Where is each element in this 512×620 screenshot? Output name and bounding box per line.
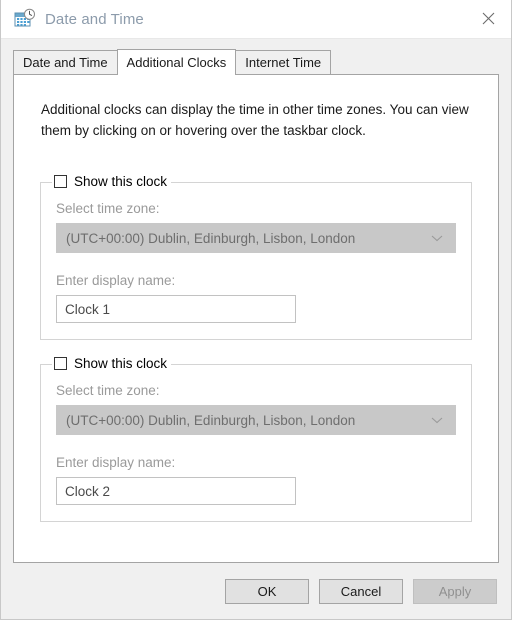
display-name-label-2: Enter display name: [56, 455, 176, 470]
clock-group-1: Show this clock Select time zone: (UTC+0… [40, 174, 472, 340]
tab-content-panel: Additional clocks can display the time i… [13, 74, 499, 563]
tab-additional-clocks[interactable]: Additional Clocks [116, 49, 237, 75]
timezone-select-2[interactable]: (UTC+00:00) Dublin, Edinburgh, Lisbon, L… [56, 405, 456, 435]
tab-label: Internet Time [245, 55, 322, 70]
display-name-value-1: Clock 1 [65, 301, 111, 317]
display-name-input-1[interactable]: Clock 1 [56, 295, 296, 323]
tab-strip: Date and Time Additional Clocks Internet… [13, 49, 499, 75]
date-and-time-dialog: Date and Time Date and Time Additional C… [0, 0, 512, 620]
close-button[interactable] [466, 0, 511, 37]
tab-label: Date and Time [23, 55, 108, 70]
checkbox-box[interactable] [54, 175, 67, 188]
window-title: Date and Time [45, 10, 144, 28]
display-name-label-1: Enter display name: [56, 273, 176, 288]
timezone-label-2: Select time zone: [56, 383, 160, 398]
title-bar: Date and Time [1, 0, 511, 39]
clock-group-2: Show this clock Select time zone: (UTC+0… [40, 356, 472, 522]
apply-button: Apply [413, 578, 497, 604]
chevron-down-icon [431, 416, 447, 424]
checkbox-box[interactable] [54, 357, 67, 370]
display-name-input-2[interactable]: Clock 2 [56, 477, 296, 505]
description-text: Additional clocks can display the time i… [41, 102, 469, 138]
timezone-value-2: (UTC+00:00) Dublin, Edinburgh, Lisbon, L… [66, 412, 356, 428]
date-time-calendar-clock-icon [14, 8, 36, 30]
display-name-value-2: Clock 2 [65, 483, 111, 499]
timezone-value-1: (UTC+00:00) Dublin, Edinburgh, Lisbon, L… [66, 230, 356, 246]
cancel-button[interactable]: Cancel [319, 578, 403, 604]
checkbox-label: Show this clock [74, 356, 168, 371]
tab-internet-time[interactable]: Internet Time [235, 50, 332, 74]
ok-button[interactable]: OK [225, 578, 309, 604]
dialog-button-bar: OK Cancel Apply [1, 563, 511, 619]
checkbox-label: Show this clock [74, 174, 168, 189]
show-this-clock-2-checkbox[interactable]: Show this clock [52, 356, 172, 371]
timezone-label-1: Select time zone: [56, 201, 160, 216]
show-this-clock-1-checkbox[interactable]: Show this clock [52, 174, 172, 189]
tab-label: Additional Clocks [126, 55, 227, 70]
chevron-down-icon [431, 234, 447, 242]
tab-date-and-time[interactable]: Date and Time [13, 50, 118, 74]
timezone-select-1[interactable]: (UTC+00:00) Dublin, Edinburgh, Lisbon, L… [56, 223, 456, 253]
